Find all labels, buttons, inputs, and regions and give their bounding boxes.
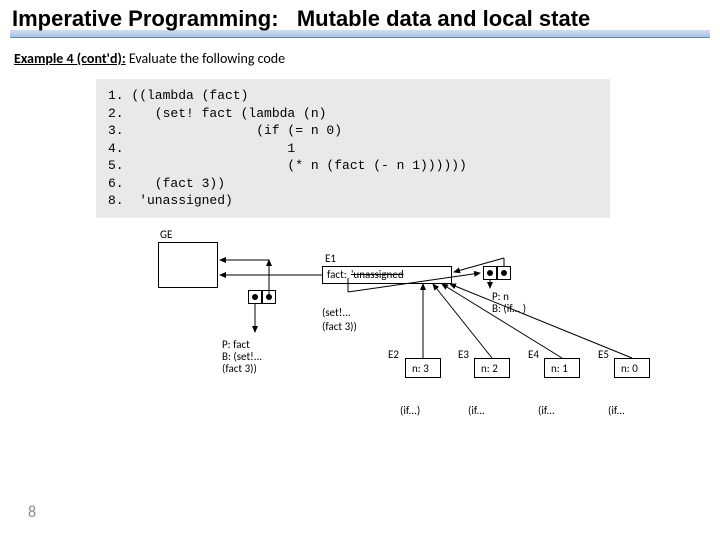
title-left: Imperative Programming: <box>12 6 279 31</box>
set-body: (set!... <box>322 306 351 319</box>
dot-rb <box>501 270 507 276</box>
label-e1: E1 <box>325 252 336 265</box>
n3: n: 3 <box>412 362 429 375</box>
n0: n: 0 <box>621 362 638 375</box>
code-block: 1. ((lambda (fact) 2. (set! fact (lambda… <box>96 79 610 218</box>
dot-lb <box>266 294 272 300</box>
b-set2: (fact 3)) <box>222 362 257 375</box>
subtitle: Example 4 (cont'd): Evaluate the followi… <box>0 48 720 75</box>
fact-label: fact: <box>327 268 347 281</box>
subtitle-bold: Example 4 (cont'd): <box>14 50 126 67</box>
box-e3: n: 2 <box>474 358 510 378</box>
dot-ra <box>487 270 493 276</box>
title-right: Mutable data and local state <box>297 6 590 31</box>
box-e1: fact: 'unassigned <box>322 266 452 284</box>
subtitle-rest: Evaluate the following code <box>126 50 285 67</box>
page-number: 8 <box>28 503 36 522</box>
box-e4: n: 1 <box>544 358 580 378</box>
n1: n: 1 <box>551 362 568 375</box>
box-e2: n: 3 <box>405 358 441 378</box>
unassigned: 'unassigned <box>351 268 404 281</box>
diagram: GE P: fact B: (set!... (fact 3)) E1 fact… <box>130 228 690 488</box>
label-e4: E4 <box>528 348 539 361</box>
page-title: Imperative Programming: Mutable data and… <box>12 6 708 32</box>
box-ge <box>158 242 218 288</box>
label-ge: GE <box>160 228 172 241</box>
box-e5: n: 0 <box>614 358 650 378</box>
if-e2: (if...) <box>400 404 420 417</box>
label-e2: E2 <box>388 348 399 361</box>
n2: n: 2 <box>481 362 498 375</box>
label-e5: E5 <box>598 348 609 361</box>
fact3-body: (fact 3)) <box>322 320 357 333</box>
if-e4: (if... <box>538 404 555 417</box>
dot-la <box>252 294 258 300</box>
b-if: B: (if... ) <box>492 302 526 315</box>
if-e5: (if... <box>608 404 625 417</box>
if-e3: (if... <box>468 404 485 417</box>
label-e3: E3 <box>458 348 469 361</box>
title-bar: Imperative Programming: Mutable data and… <box>0 0 720 36</box>
